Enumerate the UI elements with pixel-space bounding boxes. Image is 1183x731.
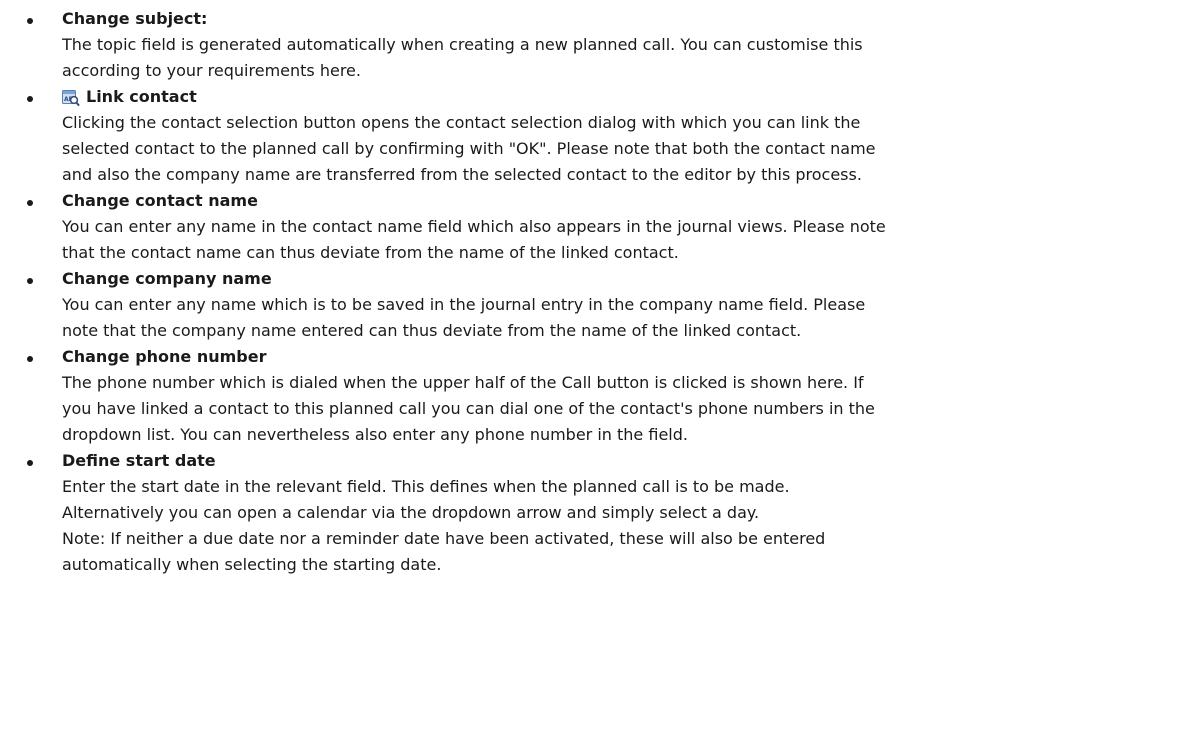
description-line: Note: If neither a due date nor a remind… — [62, 529, 826, 548]
contact-selection-icon: AB — [62, 89, 80, 106]
item-heading: Define start date — [62, 448, 1163, 474]
description-line: Enter the start date in the relevant fie… — [62, 477, 790, 496]
description-line: automatically when selecting the startin… — [62, 555, 442, 574]
item-description: The topic field is generated automatical… — [62, 32, 1163, 84]
bullet — [27, 278, 33, 284]
bullet — [27, 356, 33, 362]
description-line: that the contact name can thus deviate f… — [62, 243, 679, 262]
description-line: note that the company name entered can t… — [62, 321, 802, 340]
item-heading-text: Change subject: — [62, 9, 208, 28]
item-heading: Change company name — [62, 266, 1163, 292]
item-heading: AB Link contact — [62, 84, 1163, 110]
list-item-change-phone-number: Change phone number The phone number whi… — [0, 344, 1183, 448]
item-heading-text: Define start date — [62, 451, 216, 470]
item-description: You can enter any name in the contact na… — [62, 214, 1163, 266]
item-heading: Change contact name — [62, 188, 1163, 214]
list-item-define-start-date: Define start date Enter the start date i… — [0, 448, 1183, 578]
bullet — [27, 460, 33, 466]
item-description: Clicking the contact selection button op… — [62, 110, 1163, 188]
list-item-link-contact: AB Link contact Clicking the contact sel… — [0, 84, 1183, 188]
item-heading-text: Change company name — [62, 269, 272, 288]
bullet — [27, 18, 33, 24]
item-heading-text: Link contact — [86, 87, 197, 106]
description-line: The phone number which is dialed when th… — [62, 373, 864, 392]
list-item-change-subject: Change subject: The topic field is gener… — [0, 6, 1183, 84]
list-item-change-contact-name: Change contact name You can enter any na… — [0, 188, 1183, 266]
item-description: The phone number which is dialed when th… — [62, 370, 1163, 448]
item-heading: Change subject: — [62, 6, 1163, 32]
bullet — [27, 96, 33, 102]
description-line: The topic field is generated automatical… — [62, 35, 863, 54]
description-line: Alternatively you can open a calendar vi… — [62, 503, 760, 522]
list-item-change-company-name: Change company name You can enter any na… — [0, 266, 1183, 344]
description-line: you have linked a contact to this planne… — [62, 399, 875, 418]
item-heading-text: Change phone number — [62, 347, 267, 366]
bullet — [27, 200, 33, 206]
description-line: dropdown list. You can nevertheless also… — [62, 425, 688, 444]
help-document: Change subject: The topic field is gener… — [0, 0, 1183, 731]
description-line: You can enter any name which is to be sa… — [62, 295, 866, 314]
item-heading: Change phone number — [62, 344, 1163, 370]
item-description: Enter the start date in the relevant fie… — [62, 474, 1163, 578]
description-line: Clicking the contact selection button op… — [62, 113, 861, 132]
item-heading-text: Change contact name — [62, 191, 258, 210]
item-description: You can enter any name which is to be sa… — [62, 292, 1163, 344]
description-line: according to your requirements here. — [62, 61, 361, 80]
feature-list: Change subject: The topic field is gener… — [0, 0, 1183, 578]
description-line: You can enter any name in the contact na… — [62, 217, 886, 236]
description-line: and also the company name are transferre… — [62, 165, 862, 184]
description-line: selected contact to the planned call by … — [62, 139, 876, 158]
